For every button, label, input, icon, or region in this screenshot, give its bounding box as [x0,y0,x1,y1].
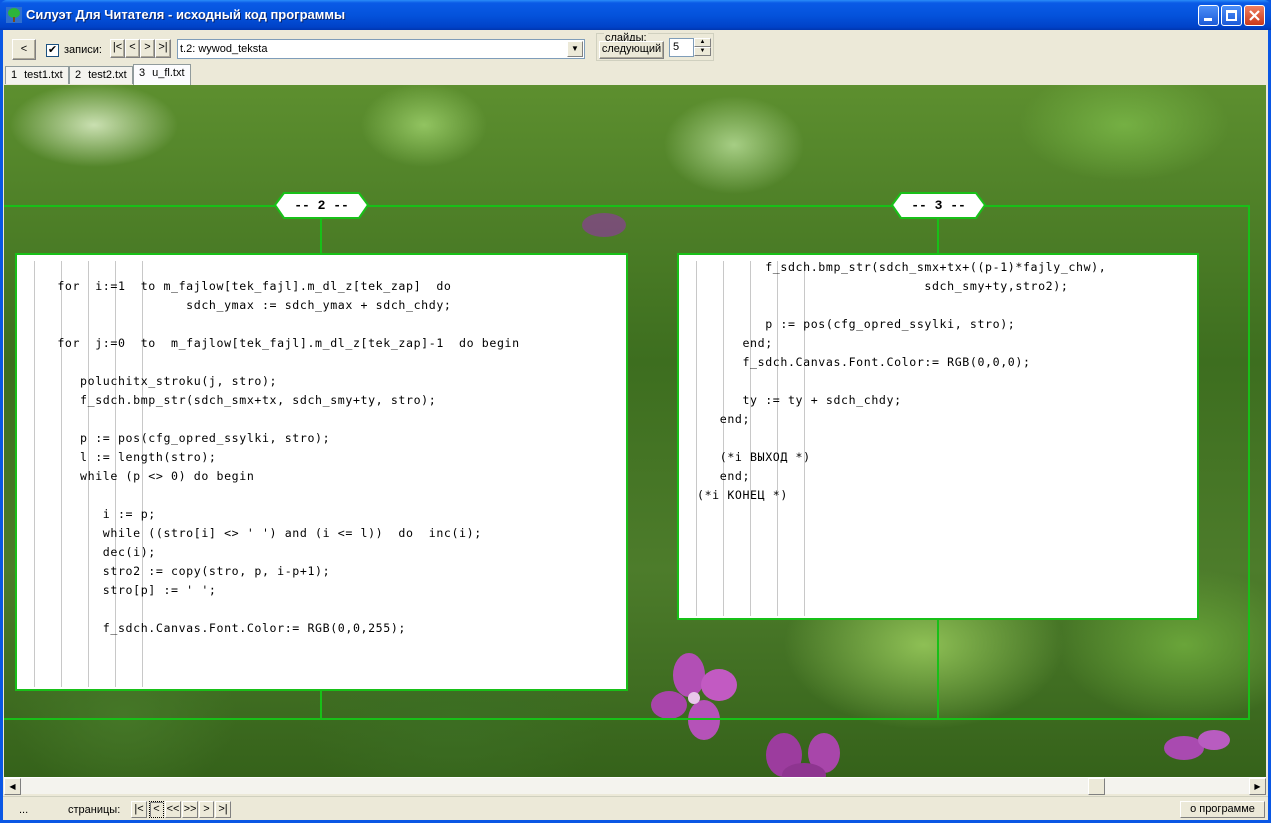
code-line: f_sdch.bmp_str(sdch_smx+tx+((p-1)*fajly_… [697,260,1107,274]
record-prev-button[interactable]: < [125,39,140,58]
code-line: stro[p] := ' '; [27,583,217,597]
code-line: for j:=0 to m_fajlow[tek_fajl].m_dl_z[te… [27,336,520,350]
record-first-button[interactable]: |< [110,39,125,58]
back-button[interactable]: < [12,39,36,60]
slides-count-spinner[interactable]: ▲ ▼ [694,38,711,57]
status-dots: ... [19,804,29,816]
code-line: while ((stro[i] <> ' ') and (i <= l)) do… [27,526,482,540]
slides-count-input[interactable]: 5 [669,38,694,57]
page-prev-button[interactable]: < [149,801,164,818]
frame-bottom-line [4,718,1249,720]
code-page-3: f_sdch.bmp_str(sdch_smx+tx+((p-1)*fajly_… [677,253,1199,620]
page-last-button[interactable]: >| [215,801,231,818]
page-back-fast-button[interactable]: << [165,801,181,818]
code-line: poluchitx_stroku(j, stro); [27,374,278,388]
code-line: sdch_smy+ty,stro2); [697,279,1069,293]
flower-image [1164,730,1230,760]
status-bar: ... страницы: |< < << >> > >| о программ… [3,796,1268,820]
code-line: for i:=1 to m_fajlow[tek_fajl].m_dl_z[te… [27,279,452,293]
records-label: записи: [64,44,102,56]
records-checkbox[interactable]: ✔ [46,44,59,57]
record-select-value: t.2: wywod_teksta [180,43,268,55]
code-line: end; [697,469,751,483]
code-line: l := length(stro); [27,450,217,464]
flower-image [651,653,737,740]
code-line: stro2 := copy(stro, p, i-p+1); [27,564,331,578]
code-line: end; [697,336,773,350]
page-2-badge: -- 2 -- [274,192,369,219]
close-button[interactable] [1244,5,1265,26]
minimize-icon [1204,18,1212,21]
minimize-button[interactable] [1198,5,1219,26]
frame-right-line [1248,205,1250,720]
about-button[interactable]: о программе [1180,801,1265,818]
record-next-button[interactable]: > [140,39,155,58]
code-line: p := pos(cfg_opred_ssylki, stro); [697,317,1016,331]
code-page-2: for i:=1 to m_fajlow[tek_fajl].m_dl_z[te… [15,253,628,691]
tab-u-fl[interactable]: 3 u_fl.txt [133,64,191,85]
record-select[interactable]: t.2: wywod_teksta ▼ [177,39,585,59]
maximize-icon [1226,10,1237,21]
close-icon [1249,10,1260,21]
pages-label: страницы: [68,804,121,816]
code-line: sdch_ymax := sdch_ymax + sdch_chdy; [27,298,452,312]
code-line: while (p <> 0) do begin [27,469,255,483]
tab-test1[interactable]: 1 test1.txt [5,66,69,84]
code-line: (*i ВЫХОД *) [697,450,811,464]
code-line: (*i КОНЕЦ *) [697,488,788,502]
code-line: i := p; [27,507,156,521]
scroll-right-icon[interactable]: ▶ [1249,778,1266,795]
page-3-badge: -- 3 -- [891,192,986,219]
code-line: end; [697,412,751,426]
tab-test2[interactable]: 2 test2.txt [69,66,133,84]
page-next-button[interactable]: > [199,801,214,818]
slides-next-button[interactable]: следующий [599,41,664,59]
chevron-down-icon[interactable]: ▼ [567,41,583,57]
spin-up-icon[interactable]: ▲ [694,38,711,47]
scroll-thumb[interactable] [1088,778,1105,795]
slide-canvas[interactable]: -- 2 -- -- 3 -- for i:=1 to m_fajlow[tek… [4,85,1266,777]
code-line: f_sdch.bmp_str(sdch_smx+tx, sdch_smy+ty,… [27,393,437,407]
code-line: dec(i); [27,545,156,559]
flower-image [766,733,840,777]
code-line: f_sdch.Canvas.Font.Color:= RGB(0,0,0); [697,355,1031,369]
client-area: < ✔ записи: |< < > >| t.2: wywod_teksta … [3,30,1268,820]
page-first-button[interactable]: |< [131,801,147,818]
page-forward-fast-button[interactable]: >> [182,801,198,818]
flower-image [582,213,626,237]
code-line: p := pos(cfg_opred_ssylki, stro); [27,431,331,445]
horizontal-scrollbar[interactable]: ◀ ▶ [4,777,1266,795]
maximize-button[interactable] [1221,5,1242,26]
record-last-button[interactable]: >| [155,39,171,58]
code-line: ty := ty + sdch_chdy; [697,393,902,407]
frame-top-line [4,205,1249,207]
spin-down-icon[interactable]: ▼ [694,47,711,56]
window-title: Силуэт Для Читателя - исходный код прогр… [26,7,346,22]
title-bar[interactable]: Силуэт Для Читателя - исходный код прогр… [0,0,1271,30]
tree-icon [6,7,22,23]
scroll-left-icon[interactable]: ◀ [4,778,21,795]
code-line: f_sdch.Canvas.Font.Color:= RGB(0,0,255); [27,621,407,635]
